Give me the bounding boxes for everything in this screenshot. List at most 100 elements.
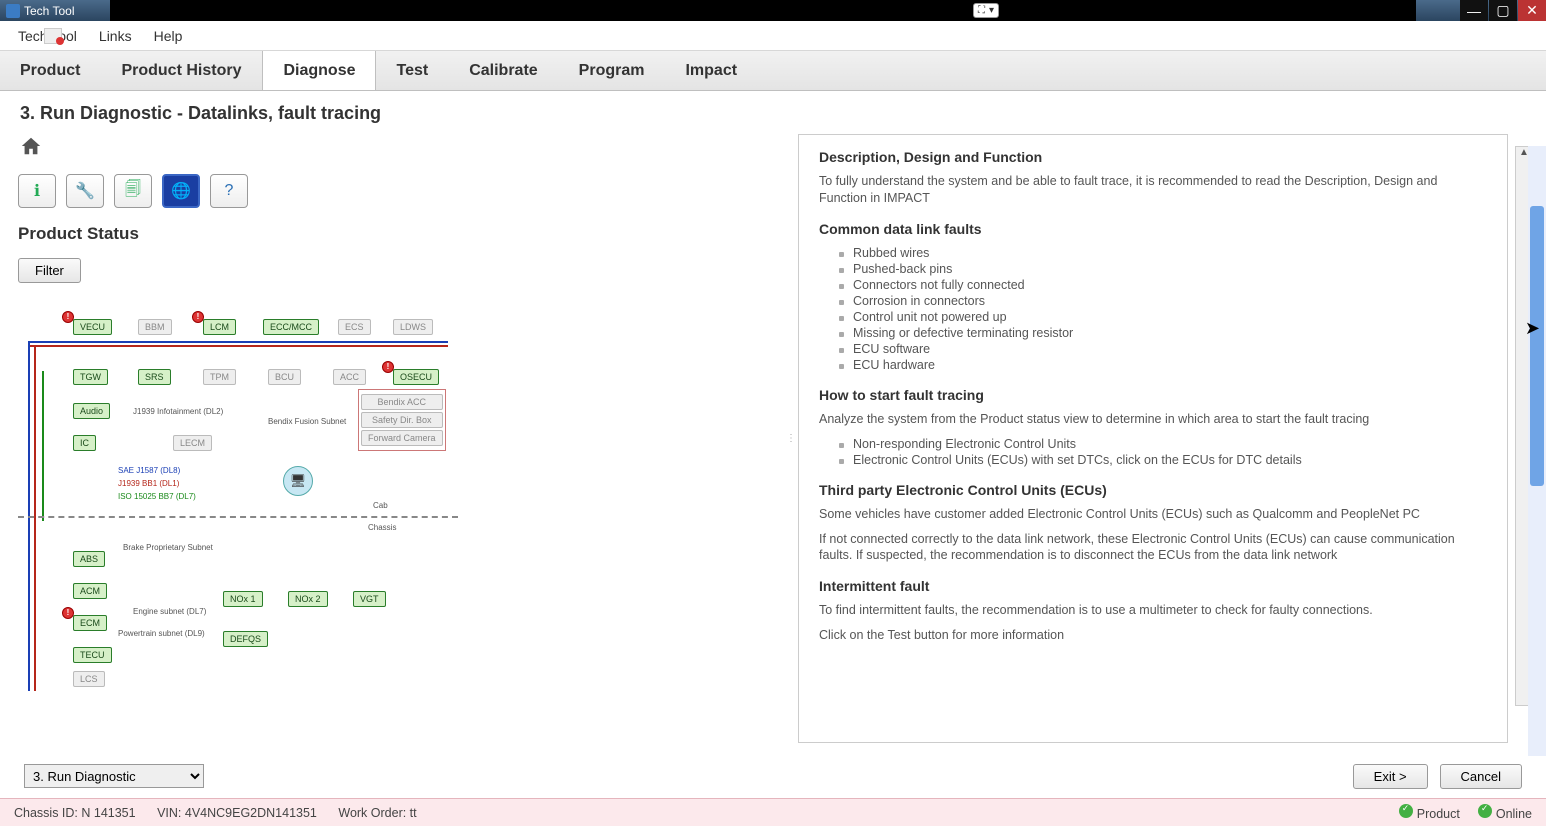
status-vin: VIN: 4V4NC9EG2DN141351 — [157, 806, 317, 820]
help-tool-icon[interactable]: ? — [210, 174, 248, 208]
right-h2: Common data link faults — [819, 221, 1487, 237]
ecu-audio[interactable]: Audio — [73, 403, 110, 419]
pane-splitter[interactable]: ⋮ — [788, 130, 794, 747]
alert-dot-icon[interactable]: ! — [382, 361, 394, 373]
tab-product-history[interactable]: Product History — [101, 51, 262, 90]
left-pane: ℹ 🔧 🗐 🌐 ? Product Status Filter VECU BBM… — [8, 130, 788, 747]
close-button[interactable]: ✕ — [1518, 0, 1546, 21]
notification-icon[interactable] — [44, 28, 62, 44]
tab-test[interactable]: Test — [376, 51, 449, 90]
tab-impact[interactable]: Impact — [665, 51, 758, 90]
bus-label-0: SAE J1587 (DL8) — [118, 466, 180, 475]
menu-bar: Tech Tool Links Help — [0, 21, 1546, 51]
right-p1: To fully understand the system and be ab… — [819, 173, 1487, 207]
status-product: Product — [1399, 804, 1460, 821]
title-black-strip — [110, 0, 1416, 21]
filter-button[interactable]: Filter — [18, 258, 81, 283]
bus-label-1: J1939 BB1 (DL1) — [118, 479, 179, 488]
right-p4b: If not connected correctly to the data l… — [819, 531, 1487, 565]
label-bendix: Bendix Fusion Subnet — [268, 417, 346, 426]
step-dropdown[interactable]: 3. Run Diagnostic — [24, 764, 204, 788]
ecu-diagram: VECU BBM LCM ECC/MCC ECS LDWS ! ! TGW SR… — [18, 311, 618, 691]
ecu-lecm[interactable]: LECM — [173, 435, 212, 451]
right-p5b: Click on the Test button for more inform… — [819, 627, 1487, 644]
ecu-lcm[interactable]: LCM — [203, 319, 236, 335]
right-p4a: Some vehicles have customer added Electr… — [819, 506, 1487, 523]
menu-item-links[interactable]: Links — [99, 28, 132, 44]
status-work: Work Order: tt — [338, 806, 416, 820]
minimize-button[interactable]: — — [1460, 0, 1488, 21]
list-item: Electronic Control Units (ECUs) with set… — [839, 452, 1487, 468]
ecu-tgw[interactable]: TGW — [73, 369, 108, 385]
outer-scrollbar[interactable] — [1528, 146, 1546, 756]
right-h1: Description, Design and Function — [819, 149, 1487, 165]
bus-label-2: ISO 15025 BB7 (DL7) — [118, 492, 196, 501]
ecu-nox1[interactable]: NOx 1 — [223, 591, 263, 607]
window-title-bar: Tech Tool ⛶ ▾ — ▢ ✕ — [0, 0, 1546, 21]
list-item: Corrosion in connectors — [839, 293, 1487, 309]
ecu-lcs[interactable]: LCS — [73, 671, 105, 687]
box-fwd-camera[interactable]: Forward Camera — [361, 430, 443, 446]
diagnostic-pc-icon[interactable]: 🖥 — [283, 466, 313, 496]
status-bar: Chassis ID: N 141351 VIN: 4V4NC9EG2DN141… — [0, 798, 1546, 826]
right-h4: Third party Electronic Control Units (EC… — [819, 482, 1487, 498]
cancel-button[interactable]: Cancel — [1440, 764, 1522, 789]
exit-button[interactable]: Exit > — [1353, 764, 1428, 789]
tab-product[interactable]: Product — [0, 51, 101, 90]
ecu-ldws[interactable]: LDWS — [393, 319, 433, 335]
status-ok-icon — [1478, 804, 1492, 818]
ecu-ic[interactable]: IC — [73, 435, 96, 451]
app-icon — [6, 4, 20, 18]
home-icon[interactable] — [18, 134, 44, 158]
status-ok-icon — [1399, 804, 1413, 818]
ecu-tecu[interactable]: TECU — [73, 647, 112, 663]
note-tool-icon[interactable]: 🗐 — [114, 174, 152, 208]
tab-calibrate[interactable]: Calibrate — [449, 51, 558, 90]
ecu-acc[interactable]: ACC — [333, 369, 366, 385]
box-bendix-acc[interactable]: Bendix ACC — [361, 394, 443, 410]
ecu-acm[interactable]: ACM — [73, 583, 107, 599]
brake-subnet-label: Brake Proprietary Subnet — [123, 543, 213, 552]
tab-diagnose[interactable]: Diagnose — [262, 51, 376, 90]
product-status-heading: Product Status — [18, 224, 778, 244]
right-p5a: To find intermittent faults, the recomme… — [819, 602, 1487, 619]
globe-tool-icon[interactable]: 🌐 — [162, 174, 200, 208]
ecu-bcu[interactable]: BCU — [268, 369, 301, 385]
info-tool-icon[interactable]: ℹ — [18, 174, 56, 208]
status-online: Online — [1478, 804, 1532, 821]
ecu-eccmcc[interactable]: ECC/MCC — [263, 319, 319, 335]
ecu-abs[interactable]: ABS — [73, 551, 105, 567]
page-heading: 3. Run Diagnostic - Datalinks, fault tra… — [0, 91, 1546, 130]
list-item: ECU hardware — [839, 357, 1487, 373]
ecu-osecu[interactable]: OSECU — [393, 369, 439, 385]
alert-dot-icon[interactable]: ! — [192, 311, 204, 323]
ecu-nox2[interactable]: NOx 2 — [288, 591, 328, 607]
tab-program[interactable]: Program — [559, 51, 666, 90]
right-p3: Analyze the system from the Product stat… — [819, 411, 1487, 428]
list-item: Non-responding Electronic Control Units — [839, 436, 1487, 452]
ecu-bbm[interactable]: BBM — [138, 319, 172, 335]
menu-item-help[interactable]: Help — [154, 28, 183, 44]
faults-list: Rubbed wires Pushed-back pins Connectors… — [819, 245, 1487, 373]
maximize-button[interactable]: ▢ — [1489, 0, 1517, 21]
powertrain-label: Powertrain subnet (DL9) — [118, 629, 205, 638]
ecu-ecm[interactable]: ECM — [73, 615, 107, 631]
scrollbar-thumb[interactable] — [1530, 206, 1544, 486]
ecu-vgt[interactable]: VGT — [353, 591, 386, 607]
title-widget[interactable]: ⛶ ▾ — [973, 3, 999, 18]
ecu-ecs[interactable]: ECS — [338, 319, 371, 335]
alert-dot-icon[interactable]: ! — [62, 607, 74, 619]
cab-label: Cab — [373, 501, 388, 510]
chassis-label: Chassis — [368, 523, 396, 532]
start-list: Non-responding Electronic Control Units … — [819, 436, 1487, 468]
box-safety-dir[interactable]: Safety Dir. Box — [361, 412, 443, 428]
tabs-bar: Product Product History Diagnose Test Ca… — [0, 51, 1546, 91]
wrench-tool-icon[interactable]: 🔧 — [66, 174, 104, 208]
ecu-vecu[interactable]: VECU — [73, 319, 112, 335]
tool-row: ℹ 🔧 🗐 🌐 ? — [18, 174, 778, 208]
ecu-srs[interactable]: SRS — [138, 369, 171, 385]
list-item: Missing or defective terminating resisto… — [839, 325, 1487, 341]
ecu-defqs[interactable]: DEFQS — [223, 631, 268, 647]
alert-dot-icon[interactable]: ! — [62, 311, 74, 323]
ecu-tpm[interactable]: TPM — [203, 369, 236, 385]
